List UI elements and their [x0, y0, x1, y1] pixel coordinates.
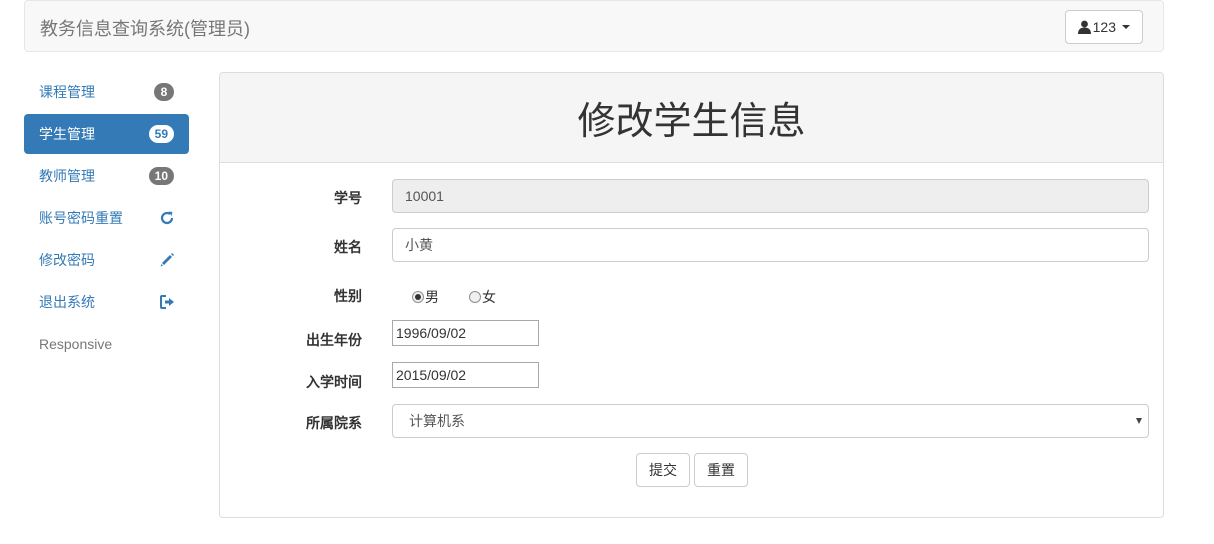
refresh-icon [160, 211, 174, 225]
sidebar-item-teachers[interactable]: 教师管理 10 [24, 156, 189, 196]
form-row-department: 所属院系 计算机系 [220, 404, 1163, 438]
sidebar: 课程管理 8 学生管理 59 教师管理 10 账号密码重置 修改密码 退出系统 … [24, 72, 189, 366]
student-id-input[interactable]: 10001 [392, 179, 1149, 213]
count-badge: 59 [148, 125, 174, 143]
radio-female[interactable] [469, 291, 481, 303]
sidebar-item-label: 退出系统 [39, 294, 95, 310]
gender-option-label: 男 [425, 289, 439, 305]
form-actions: 提交 重置 [636, 453, 748, 487]
sidebar-item-logout[interactable]: 退出系统 [24, 282, 189, 322]
app-title[interactable]: 教务信息查询系统(管理员) [40, 15, 250, 41]
birth-date-input[interactable]: 1996/09/02 [392, 320, 539, 346]
page-title: 修改学生信息 [577, 101, 806, 143]
form-row-name: 姓名 小黄 [220, 228, 1163, 262]
top-navbar: 教务信息查询系统(管理员) 123 [24, 0, 1164, 52]
sidebar-item-students[interactable]: 学生管理 59 [24, 114, 189, 154]
user-menu-button[interactable]: 123 [1064, 10, 1143, 44]
submit-button[interactable]: 提交 [636, 453, 690, 487]
count-badge: 10 [148, 167, 174, 185]
chevron-down-icon [1122, 25, 1130, 29]
department-select[interactable]: 计算机系 [392, 404, 1149, 438]
form-row-enroll: 入学时间 2015/09/02 [220, 362, 1163, 390]
chevron-down-icon [1136, 418, 1142, 424]
logout-icon [160, 295, 174, 309]
department-label: 所属院系 [306, 415, 362, 431]
sidebar-item-label: 课程管理 [39, 84, 95, 100]
gender-label: 性别 [334, 288, 362, 304]
student-id-label: 学号 [334, 190, 362, 206]
sidebar-item-courses[interactable]: 课程管理 8 [24, 72, 189, 112]
user-icon [1077, 20, 1091, 34]
gender-option-label: 女 [482, 289, 496, 305]
birth-label: 出生年份 [306, 332, 362, 348]
count-badge: 8 [154, 83, 174, 101]
sidebar-item-label: 修改密码 [39, 252, 95, 268]
form-row-student-id: 学号 10001 [220, 179, 1163, 213]
department-selected-value: 计算机系 [409, 413, 465, 429]
sidebar-item-label: Responsive [39, 336, 113, 352]
enroll-label: 入学时间 [306, 374, 362, 390]
panel-heading: 修改学生信息 [220, 73, 1163, 163]
user-name: 123 [1092, 19, 1116, 35]
enroll-date-input[interactable]: 2015/09/02 [392, 362, 539, 388]
sidebar-item-reset-password[interactable]: 账号密码重置 [24, 198, 189, 238]
reset-button[interactable]: 重置 [694, 453, 748, 487]
form-row-birth: 出生年份 1996/09/02 [220, 320, 1163, 348]
form-row-gender: 性别 男 女 [220, 285, 1163, 305]
name-input[interactable]: 小黄 [392, 228, 1149, 262]
edit-student-panel: 修改学生信息 学号 10001 姓名 小黄 性别 男 女 出生年份 1996/0… [219, 72, 1164, 518]
gender-option-female[interactable]: 女 [469, 287, 496, 307]
radio-male[interactable] [412, 291, 424, 303]
gender-radio-group: 男 女 [412, 287, 496, 307]
sidebar-item-change-password[interactable]: 修改密码 [24, 240, 189, 280]
name-label: 姓名 [334, 239, 362, 255]
sidebar-item-responsive[interactable]: Responsive [24, 324, 189, 364]
pencil-icon [160, 253, 174, 267]
gender-option-male[interactable]: 男 [412, 287, 439, 307]
sidebar-item-label: 学生管理 [39, 126, 95, 142]
sidebar-item-label: 账号密码重置 [39, 210, 123, 226]
sidebar-item-label: 教师管理 [39, 168, 95, 184]
